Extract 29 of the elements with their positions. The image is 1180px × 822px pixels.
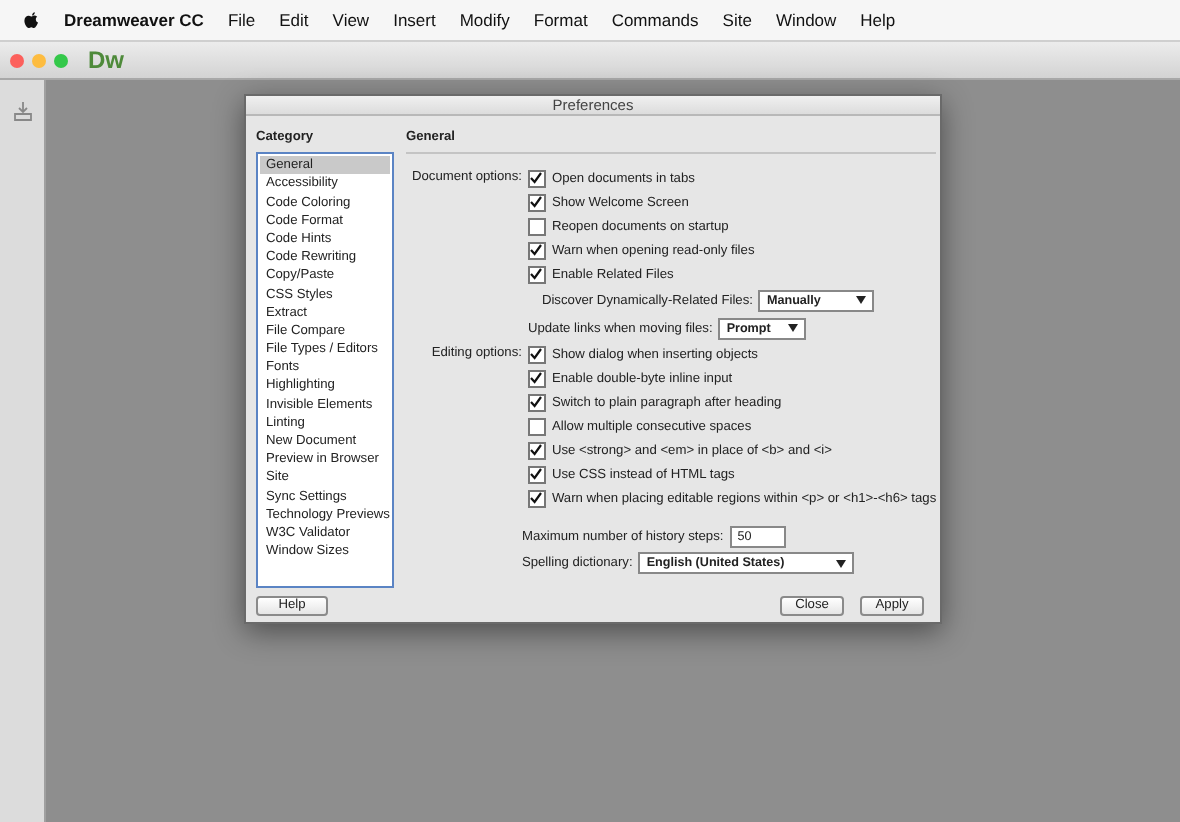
app-logo: Dw — [88, 46, 124, 74]
menu-item[interactable]: Commands — [611, 10, 699, 30]
menu-item[interactable]: Modify — [459, 10, 510, 30]
menu-item[interactable]: Help — [860, 10, 896, 30]
menu-item[interactable]: Site — [722, 10, 752, 30]
dropdown-arrow-icon — [788, 324, 799, 333]
checkbox[interactable] — [527, 393, 546, 412]
app-menu[interactable]: Dreamweaver CC — [64, 10, 204, 30]
dropdown-arrow-icon — [856, 296, 867, 305]
checkbox[interactable] — [527, 241, 546, 260]
apple-logo-icon[interactable] — [24, 11, 40, 29]
checkbox[interactable] — [527, 417, 546, 436]
checkbox[interactable] — [527, 345, 546, 364]
menu-item[interactable]: Insert — [393, 10, 436, 30]
checkbox[interactable] — [527, 217, 546, 236]
menu-item[interactable]: Window — [775, 10, 837, 30]
checkbox[interactable] — [527, 465, 546, 484]
checkbox[interactable] — [527, 193, 546, 212]
checkbox[interactable] — [527, 169, 546, 188]
insert-panel-icon[interactable] — [11, 100, 33, 122]
checkbox[interactable] — [527, 489, 546, 508]
checkbox[interactable] — [527, 265, 546, 284]
menu-item[interactable]: Edit — [279, 10, 309, 30]
menu-item[interactable]: Format — [533, 10, 588, 30]
checkbox[interactable] — [527, 369, 546, 388]
checkbox[interactable] — [527, 441, 546, 460]
menu-item[interactable]: View — [332, 10, 370, 30]
dropdown-arrow-icon — [836, 559, 847, 568]
menu-item[interactable]: File — [227, 10, 256, 30]
